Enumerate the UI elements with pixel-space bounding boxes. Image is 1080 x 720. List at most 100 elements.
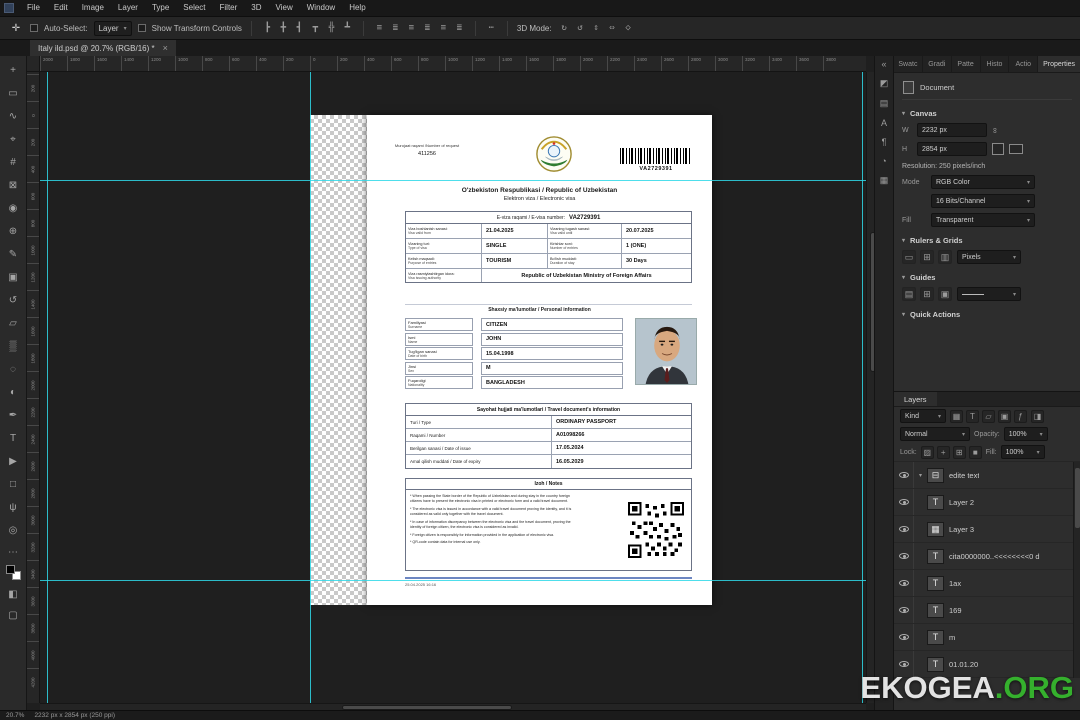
eye-icon[interactable] bbox=[898, 634, 909, 640]
frame-tool[interactable]: ⊠ bbox=[2, 174, 24, 197]
clone-stamp-tool[interactable]: ▣ bbox=[2, 266, 24, 289]
zoom-level[interactable]: 20.7% bbox=[6, 712, 24, 719]
foreground-color-swatch[interactable] bbox=[5, 565, 15, 574]
layer-thumbnail[interactable]: ⊟ bbox=[927, 467, 944, 483]
guide-vertical[interactable] bbox=[862, 72, 863, 703]
eyedropper-tool[interactable]: ◉ bbox=[2, 197, 24, 220]
scrollbar-thumb[interactable] bbox=[1075, 468, 1080, 528]
zoom-tool[interactable]: ◎ bbox=[2, 519, 24, 542]
horizontal-scrollbar[interactable] bbox=[40, 703, 866, 710]
panel-tab[interactable]: Patte bbox=[952, 56, 981, 72]
lock-transparency-icon[interactable]: ▨ bbox=[920, 445, 934, 459]
fill-field[interactable]: 100% ▾ bbox=[1000, 445, 1045, 459]
guide-vertical[interactable] bbox=[310, 72, 311, 703]
panel-tab[interactable]: Histo bbox=[981, 56, 1010, 72]
new-guide-icon[interactable]: ▤ bbox=[902, 287, 916, 301]
layer-thumbnail[interactable]: T bbox=[927, 494, 944, 510]
distribute-center-icon[interactable]: ≣ bbox=[389, 22, 402, 35]
guide-vertical[interactable] bbox=[47, 72, 48, 703]
shape-tool[interactable]: □ bbox=[2, 473, 24, 496]
color-panel-icon[interactable]: ◩ bbox=[880, 78, 889, 89]
distribute-bottom-icon[interactable]: ≡ bbox=[405, 22, 418, 35]
lasso-tool[interactable]: ∿ bbox=[2, 105, 24, 128]
guide-layout-icon[interactable]: ⊞ bbox=[920, 287, 934, 301]
menu-item[interactable]: File bbox=[20, 0, 47, 16]
m[interactable]: T m bbox=[894, 624, 1080, 651]
type-tool[interactable]: T bbox=[2, 427, 24, 450]
3d-roll-icon[interactable]: ↺ bbox=[574, 22, 587, 35]
menu-item[interactable]: Edit bbox=[47, 0, 75, 16]
3d-drag-icon[interactable]: ⇕ bbox=[590, 22, 603, 35]
opacity-field[interactable]: 100% ▾ bbox=[1003, 427, 1048, 441]
layer-thumbnail[interactable]: T bbox=[927, 602, 944, 618]
layer-name[interactable]: 169 bbox=[949, 606, 962, 615]
distribute-top-icon[interactable]: ≡ bbox=[373, 22, 386, 35]
vertical-scrollbar[interactable] bbox=[866, 72, 876, 703]
eye-icon[interactable] bbox=[898, 526, 909, 532]
pen-tool[interactable]: ✒ bbox=[2, 404, 24, 427]
layer-name[interactable]: cita0000000..<<<<<<<<0 d bbox=[949, 552, 1040, 561]
path-selection-tool[interactable]: ▶ bbox=[2, 450, 24, 473]
gradient-tool[interactable]: ▒ bbox=[2, 335, 24, 358]
layer-visibility-cell[interactable] bbox=[894, 597, 914, 623]
swatches-panel-icon[interactable]: ▤ bbox=[880, 98, 889, 109]
eye-icon[interactable] bbox=[898, 607, 909, 613]
layer-thumbnail[interactable]: ▦ bbox=[927, 521, 944, 537]
menu-item[interactable]: View bbox=[269, 0, 300, 16]
menu-item[interactable]: Image bbox=[75, 0, 111, 16]
dodge-tool[interactable]: ◐ bbox=[2, 381, 24, 404]
cita0000000..<<<<<<<<0 d[interactable]: T cita0000000..<<<<<<<<0 d bbox=[894, 543, 1080, 570]
blend-mode-dropdown[interactable]: Normal ▾ bbox=[900, 427, 970, 441]
menu-item[interactable]: 3D bbox=[244, 0, 268, 16]
layer-name[interactable]: Layer 3 bbox=[949, 525, 974, 534]
layer-visibility-cell[interactable] bbox=[894, 624, 914, 650]
layer-visibility-cell[interactable] bbox=[894, 570, 914, 596]
show-transform-checkbox[interactable] bbox=[137, 24, 146, 32]
align-bottom-icon[interactable]: ┻ bbox=[341, 22, 354, 35]
layer-visibility-cell[interactable] bbox=[894, 489, 914, 515]
guides-section-header[interactable]: ▾ Guides bbox=[902, 273, 1072, 282]
units-dropdown[interactable]: Pixels ▾ bbox=[957, 250, 1021, 264]
lock-position-icon[interactable]: ⊞ bbox=[952, 445, 966, 459]
layer-name[interactable]: m bbox=[949, 633, 955, 642]
document-tab[interactable]: Italy ild.psd @ 20.7% (RGB/16) * × bbox=[30, 40, 176, 56]
distribute-right-icon[interactable]: ≣ bbox=[453, 22, 466, 35]
distribute-left-icon[interactable]: ≣ bbox=[421, 22, 434, 35]
layers-scrollbar[interactable] bbox=[1073, 462, 1080, 678]
marquee-tool[interactable]: ▭ bbox=[2, 82, 24, 105]
libraries-panel-icon[interactable]: ▦ bbox=[880, 175, 889, 186]
orientation-landscape-icon[interactable] bbox=[1009, 144, 1023, 154]
edite text[interactable]: ▾ ⊟ edite text bbox=[894, 462, 1080, 489]
color-mode-dropdown[interactable]: RGB Color ▾ bbox=[931, 175, 1035, 189]
hand-tool[interactable]: ψ bbox=[2, 496, 24, 519]
layer-name[interactable]: 01.01.20 bbox=[949, 660, 978, 669]
menu-item[interactable]: Layer bbox=[111, 0, 145, 16]
filter-toggle-icon[interactable]: ◨ bbox=[1031, 409, 1044, 423]
width-field[interactable]: 2232 px bbox=[917, 123, 987, 137]
color-swatches[interactable] bbox=[5, 565, 21, 580]
eye-icon[interactable] bbox=[898, 661, 909, 667]
screen-mode-icon[interactable]: ▢ bbox=[2, 608, 24, 622]
canvas-fill-dropdown[interactable]: Transparent ▾ bbox=[931, 213, 1035, 227]
group-caret-icon[interactable]: ▾ bbox=[916, 472, 925, 479]
canvas-area[interactable]: Murojaat raqami /Number of request 41125… bbox=[40, 72, 866, 703]
3d-rotate-icon[interactable]: ↻ bbox=[558, 22, 571, 35]
distribute-middle-icon[interactable]: ≡ bbox=[437, 22, 450, 35]
Layer 3[interactable]: ▦ Layer 3 bbox=[894, 516, 1080, 543]
close-icon[interactable]: × bbox=[163, 43, 168, 53]
character-panel-icon[interactable]: A bbox=[881, 118, 887, 128]
eraser-tool[interactable]: ▱ bbox=[2, 312, 24, 335]
crop-tool[interactable]: # bbox=[2, 151, 24, 174]
horizontal-ruler[interactable]: 2000 1800 1600 1400 1200 1000 800 600 400 200 0 200… bbox=[40, 56, 866, 72]
layer-name[interactable]: Layer 2 bbox=[949, 498, 974, 507]
auto-select-dropdown[interactable]: Layer ▾ bbox=[93, 20, 132, 36]
1ax[interactable]: T 1ax bbox=[894, 570, 1080, 597]
filter-type-layers-icon[interactable]: T bbox=[966, 409, 979, 423]
move-tool[interactable]: + bbox=[2, 59, 24, 82]
grid-toggle-icon[interactable]: ⊞ bbox=[920, 250, 934, 264]
height-field[interactable]: 2854 px bbox=[917, 142, 987, 156]
3d-slide-icon[interactable]: ⇔ bbox=[606, 22, 619, 35]
link-dimensions-icon[interactable]: ∞ bbox=[990, 127, 999, 133]
ruler-corner[interactable] bbox=[27, 56, 40, 72]
menu-item[interactable]: Help bbox=[342, 0, 372, 16]
